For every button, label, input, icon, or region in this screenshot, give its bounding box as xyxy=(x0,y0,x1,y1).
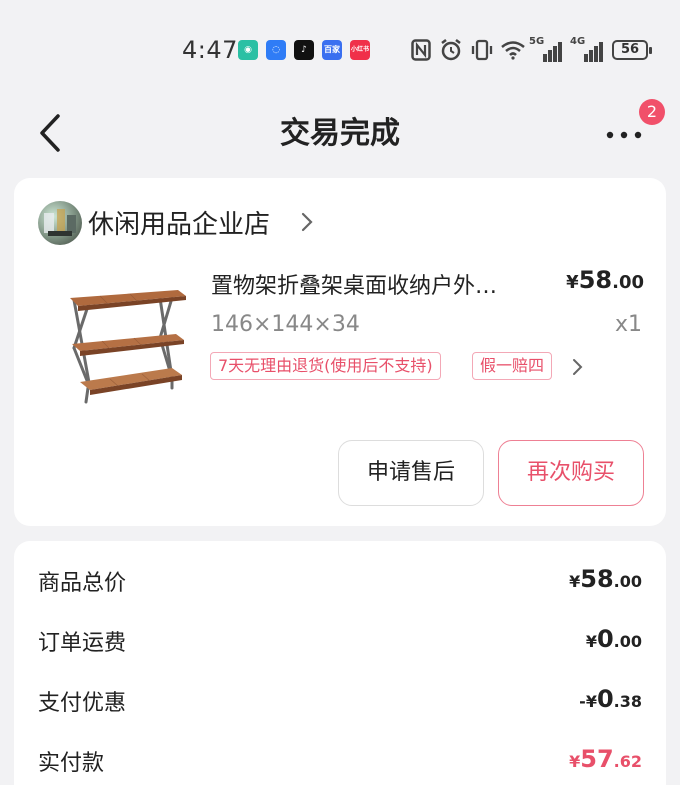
status-bar: 4:47 ◉ ◌ ♪ 百家 小红书 5G 4G 56 xyxy=(0,0,680,100)
notification-badge: 2 xyxy=(639,99,665,125)
store-name[interactable]: 休闲用品企业店 xyxy=(88,204,270,241)
xiaomi-app-icon: ◉ xyxy=(238,40,258,60)
price-decimal: .00 xyxy=(612,272,644,293)
network-4g-label: 4G xyxy=(570,36,586,47)
vibrate-icon xyxy=(471,39,493,61)
order-item-card: 休闲用品企业店 置物架折叠架桌面收纳户外… ¥58.00 146×144×34 … xyxy=(14,178,666,526)
product-spec: 146×144×34 xyxy=(211,312,360,337)
pinduoduo-app-icon: 百家 xyxy=(322,40,342,60)
tiktok-app-icon: ♪ xyxy=(294,40,314,60)
chevron-right-icon[interactable] xyxy=(572,358,584,376)
price-integer: 58 xyxy=(578,266,613,294)
summary-label-discount: 支付优惠 xyxy=(38,691,127,716)
signal-5g-icon: 5G xyxy=(529,36,565,62)
product-image[interactable] xyxy=(60,278,186,408)
after-sale-button[interactable]: 申请售后 xyxy=(338,440,484,506)
product-price: ¥58.00 xyxy=(566,266,644,294)
summary-value-paid: ¥57.62 xyxy=(569,745,642,773)
bulb-app-icon: ◌ xyxy=(266,40,286,60)
product-title[interactable]: 置物架折叠架桌面收纳户外… xyxy=(211,268,551,300)
return-policy-tag[interactable]: 7天无理由退货(使用后不支持) xyxy=(210,352,441,380)
status-time: 4:47 xyxy=(182,36,238,64)
more-dots-icon xyxy=(606,131,642,139)
summary-value-shipping: ¥0.00 xyxy=(585,625,642,653)
alarm-icon xyxy=(441,39,461,61)
summary-label-paid: 实付款 xyxy=(38,751,105,776)
page-title: 交易完成 xyxy=(280,116,400,151)
summary-label-shipping: 订单运费 xyxy=(38,631,127,656)
chevron-right-icon[interactable] xyxy=(300,211,314,233)
wifi-icon xyxy=(501,41,525,60)
xiaohongshu-app-icon: 小红书 xyxy=(350,40,370,60)
authenticity-tag[interactable]: 假一赔四 xyxy=(472,352,553,380)
store-avatar-image xyxy=(44,209,76,236)
price-currency: ¥ xyxy=(566,272,579,293)
summary-value-total: ¥58.00 xyxy=(569,565,642,593)
battery-icon: 56 xyxy=(612,40,652,60)
signal-4g-icon: 4G xyxy=(570,36,606,62)
rebuy-button[interactable]: 再次购买 xyxy=(498,440,644,506)
price-summary-card: 商品总价 ¥58.00 订单运费 ¥0.00 支付优惠 -¥0.38 实付款 ¥… xyxy=(14,541,666,785)
nfc-icon xyxy=(411,39,431,61)
product-quantity: x1 xyxy=(614,312,642,337)
summary-label-total: 商品总价 xyxy=(38,571,127,596)
summary-value-discount: -¥0.38 xyxy=(579,685,642,713)
network-5g-label: 5G xyxy=(529,36,545,47)
store-avatar[interactable] xyxy=(38,201,82,245)
